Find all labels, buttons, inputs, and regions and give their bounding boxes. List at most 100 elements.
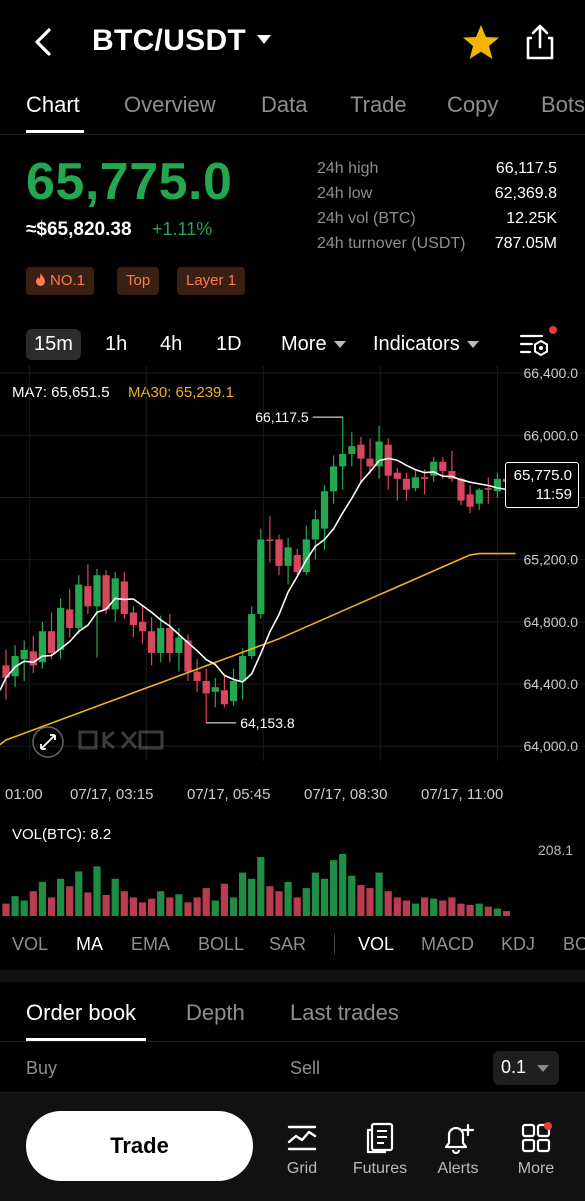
candle (84, 564, 92, 615)
trade-button[interactable]: Trade (26, 1111, 253, 1181)
volume-bar (120, 891, 128, 916)
volume-bar (311, 872, 319, 916)
candle-body (102, 575, 110, 610)
timeframe-more-label: More (281, 333, 327, 355)
volume-bar (448, 897, 456, 916)
tab-trade[interactable]: Trade (350, 92, 407, 118)
candle (102, 570, 110, 615)
indicator-ema[interactable]: EMA (131, 934, 170, 955)
expand-chart-icon[interactable] (32, 726, 64, 758)
pair-title[interactable]: BTC/USDT (92, 24, 246, 58)
indicators-dropdown[interactable]: Indicators (373, 333, 479, 356)
candle (38, 621, 46, 669)
candle (29, 635, 37, 674)
volume-bar (330, 860, 338, 916)
low-marker: 64,153.8 (206, 715, 295, 731)
share-icon[interactable] (520, 22, 560, 62)
tab-overview[interactable]: Overview (124, 92, 216, 118)
timeframe-4h[interactable]: 4h (160, 333, 182, 356)
candle-body (402, 478, 410, 490)
indicator-boll[interactable]: BOLL (198, 934, 244, 955)
sub-indicator-vol[interactable]: VOL (358, 934, 394, 955)
tab-order-book[interactable]: Order book (26, 1000, 136, 1026)
chart-settings-icon[interactable] (518, 330, 550, 360)
pair-dropdown-caret-icon[interactable] (256, 34, 272, 46)
tab-data[interactable]: Data (261, 92, 307, 118)
nav-more[interactable]: More (501, 1122, 571, 1178)
price-step-select[interactable]: 0.1 (493, 1051, 559, 1085)
volume-bar (421, 897, 429, 916)
candle (202, 668, 210, 723)
badge-top[interactable]: Top (117, 267, 160, 295)
candle-body (275, 539, 283, 566)
candle (357, 436, 365, 482)
x-axis-ticks: 01:00 07/17, 03:15 07/17, 05:45 07/17, 08:3… (5, 786, 503, 803)
volume-bar (157, 891, 165, 916)
candle-body (266, 539, 274, 542)
candle-body (330, 466, 338, 492)
tab-depth[interactable]: Depth (186, 1000, 245, 1026)
more-caret-icon (333, 341, 346, 349)
candle (248, 606, 256, 660)
candle (47, 612, 56, 660)
candle-body (229, 680, 238, 702)
timeframe-1h[interactable]: 1h (105, 333, 127, 356)
nav-grid[interactable]: Grid (267, 1122, 337, 1178)
timeframe-1d[interactable]: 1D (216, 333, 242, 356)
timeframe-15m[interactable]: 15m (26, 329, 81, 360)
volume-bar (175, 894, 183, 916)
volume-bar (393, 897, 401, 916)
high-marker: 66,117.5 (255, 409, 343, 425)
volume-bar (430, 898, 438, 916)
fiat-price: ≈$65,820.38 (26, 219, 132, 240)
x-tick-label: 07/17, 03:15 (70, 786, 153, 803)
favorite-star-icon[interactable] (462, 24, 500, 60)
candle-body (129, 612, 137, 625)
volume-bar (38, 881, 46, 916)
low-marker-label: 64,153.8 (240, 715, 295, 731)
candle (475, 488, 483, 510)
volume-bar (257, 857, 265, 916)
x-tick-label: 07/17, 08:30 (304, 786, 387, 803)
volume-bar (166, 897, 174, 916)
current-price-tag-value: 65,775.0 (513, 467, 572, 484)
back-arrow-icon[interactable] (24, 22, 64, 62)
tab-bots[interactable]: Bots (541, 92, 585, 118)
candle (375, 425, 383, 479)
candle-body (239, 656, 247, 681)
volume-bar (138, 902, 147, 916)
nav-futures[interactable]: Futures (345, 1122, 415, 1178)
sub-indicator-boll[interactable]: BOLL (563, 934, 585, 955)
timeframe-more-dropdown[interactable]: More (281, 333, 346, 356)
tab-last-trades[interactable]: Last trades (290, 1000, 399, 1026)
volume-bar (439, 900, 447, 916)
tab-chart[interactable]: Chart (26, 92, 80, 118)
indicator-vol[interactable]: VOL (12, 934, 48, 955)
candle-countdown: 11:59 (535, 486, 572, 503)
volume-bar (275, 891, 283, 916)
badge-rank[interactable]: NO.1 (26, 267, 95, 295)
indicator-sar[interactable]: SAR (269, 934, 306, 955)
tabs-divider (0, 134, 585, 135)
candle-body (457, 478, 465, 501)
order-book-divider (0, 1041, 585, 1042)
candle (211, 677, 219, 708)
volume-bar (75, 871, 83, 916)
candlestick-chart[interactable]: 66,400.066,000.065,600.065,200.064,800.0… (0, 366, 585, 806)
candle-body (57, 607, 65, 650)
y-axis-ticks: 66,400.066,000.065,600.065,200.064,800.0… (524, 366, 579, 754)
candle-body (211, 687, 219, 692)
badge-layer1[interactable]: Layer 1 (177, 267, 246, 295)
tab-copy[interactable]: Copy (447, 92, 498, 118)
sub-indicator-kdj[interactable]: KDJ (501, 934, 535, 955)
volume-bar (84, 892, 92, 916)
volume-bar (411, 903, 420, 916)
volume-bar (348, 875, 356, 916)
candle (466, 485, 474, 514)
nav-alerts[interactable]: Alerts (423, 1122, 493, 1178)
sub-indicator-macd[interactable]: MACD (421, 934, 474, 955)
candle-body (84, 586, 92, 607)
volume-bar (266, 886, 274, 916)
candle (129, 606, 137, 638)
indicator-ma[interactable]: MA (76, 934, 103, 955)
